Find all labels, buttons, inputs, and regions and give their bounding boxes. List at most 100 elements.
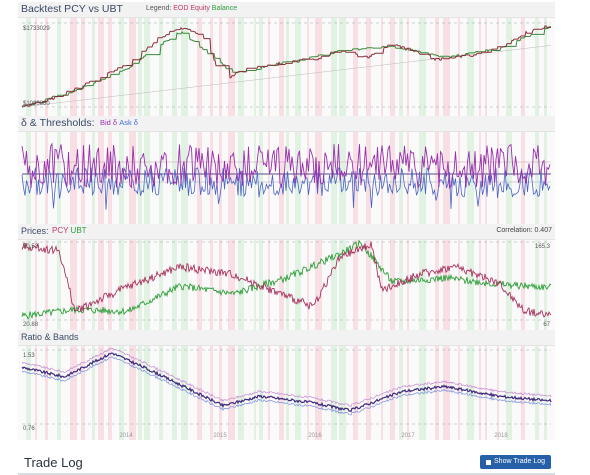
ratio-plot: 1.53 0.76 2014 2015 2016 2017 2018 bbox=[21, 346, 552, 440]
legend-prefix: Legend: bbox=[146, 5, 172, 12]
trade-region-stripe bbox=[407, 346, 409, 440]
list-icon bbox=[486, 459, 492, 465]
thresholds-panel: δ & Thresholds: Bid δ Ask δ bbox=[18, 116, 555, 224]
trade-region-stripe bbox=[286, 240, 289, 330]
trade-region-stripe bbox=[535, 18, 539, 116]
trade-region-stripe bbox=[458, 240, 460, 330]
trade-region-stripe bbox=[497, 346, 499, 440]
trade-region-stripe bbox=[98, 18, 104, 116]
trade-region-stripe bbox=[521, 18, 525, 116]
prices-title: Prices: bbox=[21, 226, 49, 236]
trade-region-stripe bbox=[45, 346, 48, 440]
trade-region-stripe bbox=[238, 346, 244, 440]
trade-region-stripe bbox=[339, 18, 346, 116]
trade-region-stripe bbox=[535, 240, 539, 330]
trade-region-stripe bbox=[286, 132, 289, 224]
trade-region-stripe bbox=[307, 346, 309, 440]
thresholds-title: δ & Thresholds: bbox=[21, 117, 95, 129]
backtest-panel-header: Backtest PCY vs UBT Legend: EOD Equity B… bbox=[18, 2, 555, 18]
trade-region-stripe bbox=[381, 18, 383, 116]
trade-region-stripe bbox=[228, 240, 235, 330]
year-tick-label: 2018 bbox=[494, 433, 508, 439]
trade-region-stripe bbox=[307, 240, 309, 330]
trade-region-stripe bbox=[81, 240, 85, 330]
trade-region-stripe bbox=[92, 132, 95, 224]
trade-region-stripe bbox=[144, 240, 150, 330]
trade-region-stripe bbox=[268, 132, 270, 224]
trade-region-stripe bbox=[467, 346, 474, 440]
trade-region-stripe bbox=[108, 346, 112, 440]
trade-region-stripe bbox=[108, 240, 112, 330]
trade-log-title: Trade Log bbox=[24, 455, 83, 470]
trade-region-stripe bbox=[331, 18, 337, 116]
trade-region-stripe bbox=[92, 346, 95, 440]
show-trade-log-button[interactable]: Show Trade Log bbox=[480, 455, 551, 469]
legend-ubt: UBT bbox=[70, 226, 87, 235]
backtest-legend: Legend: EOD Equity Balance bbox=[146, 5, 237, 12]
trade-region-stripe bbox=[238, 18, 244, 116]
trade-region-stripe bbox=[181, 346, 188, 440]
trade-region-stripe bbox=[307, 18, 309, 116]
legend-equity: EOD Equity bbox=[173, 5, 210, 12]
trade-region-stripe bbox=[228, 346, 235, 440]
trade-region-stripe bbox=[254, 18, 256, 116]
prices-panel-header: Prices: PCY UBT Correlation: 0.407 bbox=[18, 224, 555, 240]
trade-region-stripe bbox=[353, 346, 358, 440]
trade-region-stripe bbox=[279, 240, 284, 330]
trade-region-stripe bbox=[108, 18, 112, 116]
pcy-top-value: 30.53 bbox=[23, 244, 39, 250]
ratio-panel-header: Ratio & Bands bbox=[18, 330, 555, 346]
trade-region-stripe bbox=[485, 18, 487, 116]
trade-region-stripe bbox=[254, 240, 256, 330]
trade-region-stripe bbox=[381, 240, 383, 330]
trade-region-stripe bbox=[219, 240, 222, 330]
ubt-top-value: 165.3 bbox=[535, 244, 551, 250]
trade-region-stripe bbox=[238, 240, 244, 330]
trade-region-stripe bbox=[435, 18, 439, 116]
trade-region-stripe bbox=[544, 346, 547, 440]
backtest-bottom-value: $1000000 bbox=[23, 101, 50, 107]
trade-region-stripe bbox=[92, 18, 95, 116]
trade-region-stripe bbox=[366, 346, 371, 440]
trade-region-stripe bbox=[70, 240, 77, 330]
pcy-bottom-value: 20.88 bbox=[23, 322, 39, 328]
trade-region-stripe bbox=[172, 18, 177, 116]
trade-region-stripe bbox=[435, 240, 439, 330]
trade-region-stripe bbox=[467, 240, 474, 330]
trade-log-section: Trade Log Show Trade Log bbox=[18, 451, 555, 475]
trade-region-stripe bbox=[286, 346, 289, 440]
backtest-top-value: $1733029 bbox=[23, 26, 50, 32]
trade-region-stripe bbox=[390, 18, 395, 116]
trade-region-stripe bbox=[57, 18, 61, 116]
backtest-plot: $1733029 $1000000 bbox=[21, 18, 552, 116]
trade-region-stripe bbox=[419, 18, 426, 116]
legend-ask: Ask δ bbox=[119, 118, 138, 127]
trade-region-stripe bbox=[172, 346, 177, 440]
trade-region-stripe bbox=[197, 240, 202, 330]
trade-region-stripe bbox=[479, 18, 481, 116]
thresholds-panel-header: δ & Thresholds: Bid δ Ask δ bbox=[18, 116, 555, 132]
trade-region-stripe bbox=[35, 346, 37, 440]
trade-region-stripe bbox=[353, 18, 358, 116]
trade-region-stripe bbox=[315, 240, 322, 330]
trade-region-stripe bbox=[315, 18, 322, 116]
trade-region-stripe bbox=[159, 240, 163, 330]
trade-region-stripe bbox=[210, 18, 213, 116]
trade-region-stripe bbox=[443, 240, 450, 330]
trade-region-stripe bbox=[57, 240, 61, 330]
backtest-title: Backtest PCY vs UBT bbox=[21, 3, 123, 15]
trade-region-stripe bbox=[129, 346, 136, 440]
legend-bid: Bid δ bbox=[100, 118, 118, 127]
trade-region-stripe bbox=[390, 240, 395, 330]
legend-pcy: PCY bbox=[52, 226, 69, 235]
trade-region-stripe bbox=[407, 18, 409, 116]
trade-region-stripe bbox=[407, 132, 409, 224]
trade-region-stripe bbox=[479, 240, 481, 330]
show-trade-log-label: Show Trade Log bbox=[494, 458, 545, 465]
prices-plot: 30.53 20.88 165.3 67 bbox=[21, 240, 552, 330]
trade-region-stripe bbox=[144, 346, 150, 440]
prices-panel: Prices: PCY UBT Correlation: 0.407 30.53… bbox=[18, 224, 555, 330]
trade-region-stripe bbox=[57, 346, 61, 440]
trade-region-stripe bbox=[159, 346, 163, 440]
trade-region-stripe bbox=[339, 346, 346, 440]
